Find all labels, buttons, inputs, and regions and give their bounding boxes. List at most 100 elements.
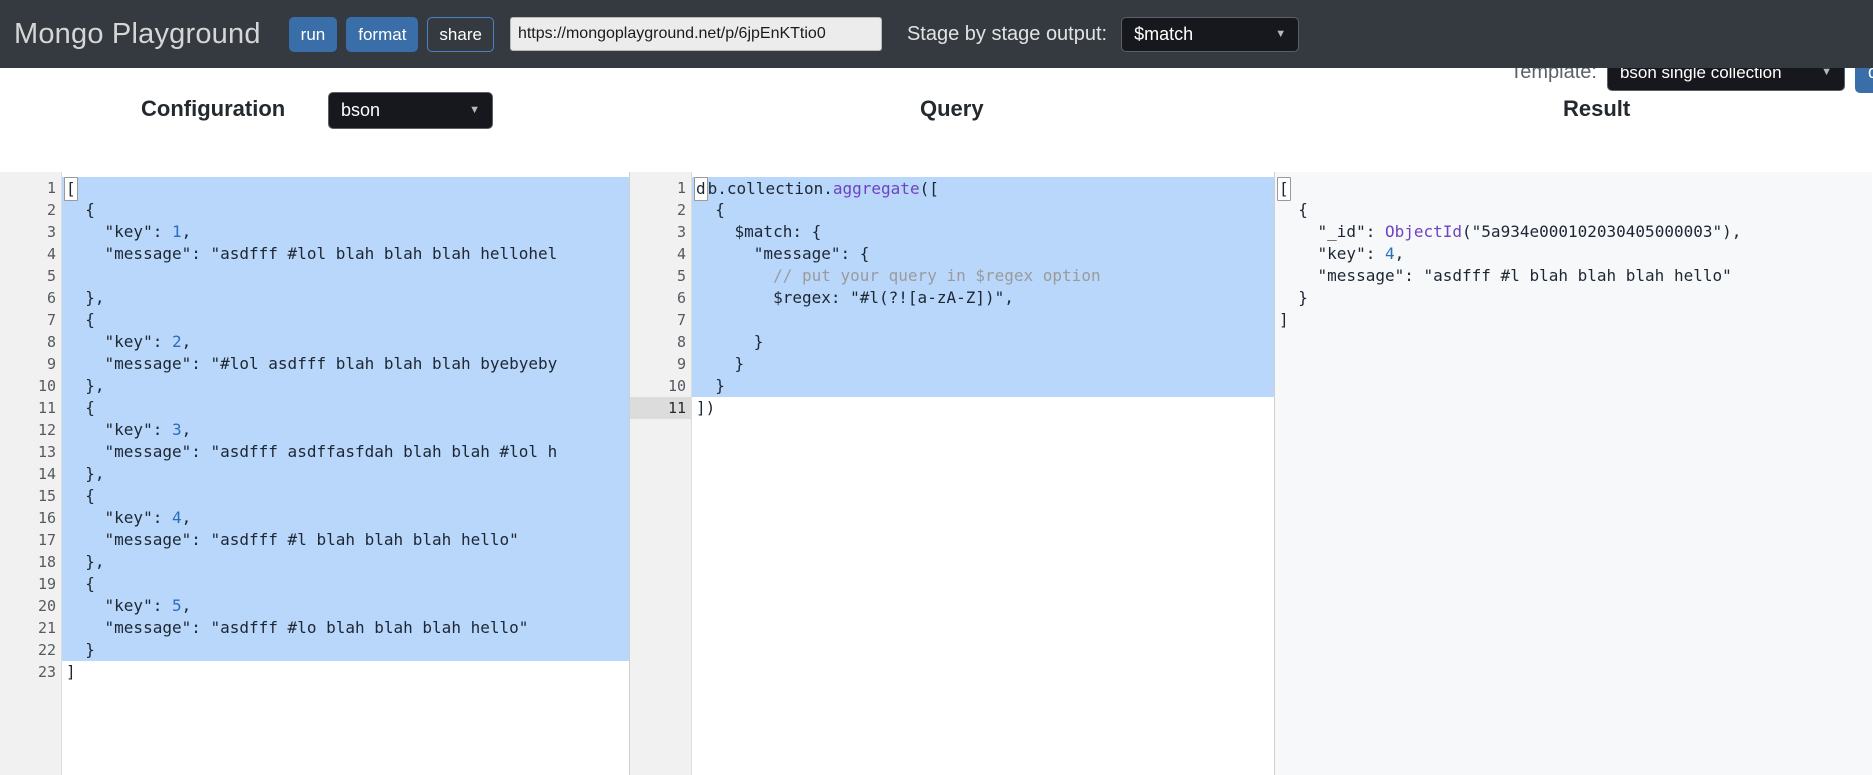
result-code-area: [ { "_id": ObjectId("5a934e0001020304050… bbox=[1275, 172, 1872, 775]
code-line: { bbox=[62, 485, 629, 507]
code-line: "_id": ObjectId("5a934e00010203040500000… bbox=[1279, 222, 1742, 241]
code-line: { bbox=[1279, 200, 1308, 219]
code-line: [ bbox=[62, 177, 629, 201]
line-number: 7 bbox=[676, 311, 686, 329]
line-number: 18 bbox=[37, 553, 56, 571]
line-number: 14 bbox=[37, 465, 56, 483]
line-number: 3 bbox=[630, 221, 700, 243]
share-url-input[interactable] bbox=[509, 17, 882, 51]
share-button[interactable]: share bbox=[427, 16, 494, 52]
line-number: 11 bbox=[0, 397, 70, 419]
stage-select-value: $match bbox=[1134, 23, 1194, 44]
chevron-down-icon: ▼ bbox=[469, 104, 480, 116]
code-line: { bbox=[62, 573, 629, 595]
code-line: "message": "asdfff asdffasfdah blah blah… bbox=[62, 441, 629, 463]
code-line: ] bbox=[66, 662, 76, 681]
configuration-editor[interactable]: 1 2 3 4 5 6 7 8 9 10 11 12 13 14 15 16 17 18 19 20 21 22 23 [ … bbox=[0, 172, 630, 775]
line-number: 13 bbox=[37, 443, 56, 461]
format-button[interactable]: format bbox=[346, 16, 419, 52]
line-number: 20 bbox=[37, 597, 56, 615]
chevron-down-icon: ▼ bbox=[1821, 66, 1832, 78]
code-line: ] bbox=[1279, 310, 1289, 329]
result-editor[interactable]: [ { "_id": ObjectId("5a934e0001020304050… bbox=[1275, 172, 1872, 775]
line-number: 1 bbox=[0, 177, 70, 199]
code-line: ]) bbox=[696, 398, 716, 417]
top-navbar: Mongo Playground run format share Stage … bbox=[0, 0, 1873, 68]
line-number: 15 bbox=[0, 485, 70, 507]
line-number: 5 bbox=[46, 267, 56, 285]
code-line: { bbox=[62, 199, 629, 221]
line-number: 12 bbox=[37, 421, 56, 439]
line-number: 11 bbox=[630, 397, 691, 419]
line-number: 3 bbox=[46, 223, 56, 241]
code-line: }, bbox=[62, 375, 629, 397]
code-line: "key": 1, bbox=[62, 221, 629, 243]
line-number: 19 bbox=[0, 573, 70, 595]
code-line: "message": "asdfff #lo blah blah blah he… bbox=[62, 617, 629, 639]
code-line: "key": 5, bbox=[62, 595, 629, 617]
code-line: "message": { bbox=[692, 243, 1274, 265]
code-line: "message": "#lol asdfff blah blah blah b… bbox=[62, 353, 629, 375]
code-line: [ bbox=[1275, 177, 1872, 201]
code-line bbox=[692, 309, 1274, 331]
code-line: } bbox=[692, 353, 1274, 375]
code-line: d b.collection.aggregate([ bbox=[692, 177, 1274, 201]
code-line bbox=[62, 265, 629, 287]
code-line: "key": 3, bbox=[62, 419, 629, 441]
line-number: 9 bbox=[676, 355, 686, 373]
line-number: 16 bbox=[37, 509, 56, 527]
line-number: 23 bbox=[37, 663, 56, 681]
line-number: 9 bbox=[46, 355, 56, 373]
code-line: { bbox=[692, 199, 1274, 221]
line-number: 17 bbox=[37, 531, 56, 549]
configuration-format-select[interactable]: bson ▼ bbox=[328, 92, 493, 129]
mongo-playground-app: Mongo Playground run format share Stage … bbox=[0, 0, 1873, 775]
line-number: 6 bbox=[46, 289, 56, 307]
line-number: 7 bbox=[0, 309, 70, 331]
editors-row: 1 2 3 4 5 6 7 8 9 10 11 12 13 14 15 16 17 18 19 20 21 22 23 [ … bbox=[0, 172, 1873, 775]
code-line: "message": "asdfff #l blah blah blah hel… bbox=[1279, 266, 1732, 285]
line-number: 4 bbox=[46, 245, 56, 263]
stage-select[interactable]: $match ▼ bbox=[1121, 16, 1300, 52]
query-line-gutter[interactable]: 1 2 3 4 5 6 7 8 9 10 11 bbox=[630, 172, 700, 775]
line-number: 21 bbox=[37, 619, 56, 637]
line-number: 10 bbox=[37, 377, 56, 395]
line-number: 10 bbox=[667, 377, 686, 395]
code-line: "key": 4, bbox=[1279, 244, 1405, 263]
code-line: }, bbox=[62, 551, 629, 573]
code-line: } bbox=[62, 639, 629, 661]
code-line: "message": "asdfff #lol blah blah blah h… bbox=[62, 243, 629, 265]
line-number: 8 bbox=[46, 333, 56, 351]
query-panel-title: Query bbox=[920, 96, 984, 121]
configuration-format-value: bson bbox=[341, 100, 381, 120]
line-number: 6 bbox=[676, 289, 686, 307]
code-line: // put your query in $regex option bbox=[692, 265, 1274, 287]
code-line: { bbox=[62, 397, 629, 419]
code-line: { bbox=[62, 309, 629, 331]
query-editor[interactable]: 1 2 3 4 5 6 7 8 9 10 11 d b.collection.aggregate([ … bbox=[630, 172, 1275, 775]
query-code-area[interactable]: d b.collection.aggregate([ { $match: { "m… bbox=[692, 172, 1274, 775]
code-line: "key": 4, bbox=[62, 507, 629, 529]
stage-by-stage-label: Stage by stage output: bbox=[906, 22, 1108, 45]
line-number: 5 bbox=[676, 267, 686, 285]
code-line: }, bbox=[62, 463, 629, 485]
app-brand-title: Mongo Playground bbox=[14, 17, 261, 50]
code-line: } bbox=[692, 375, 1274, 397]
configuration-code-area[interactable]: [ { "key": 1, "message": "asdfff #lol bl… bbox=[62, 172, 629, 775]
code-line: "key": 2, bbox=[62, 331, 629, 353]
line-number: 8 bbox=[676, 333, 686, 351]
result-panel-title: Result bbox=[1563, 96, 1631, 121]
line-number: 2 bbox=[0, 199, 70, 221]
code-line: } bbox=[1279, 288, 1308, 307]
configuration-panel-title: Configuration bbox=[141, 96, 286, 121]
run-button[interactable]: run bbox=[288, 16, 338, 52]
line-number: 22 bbox=[37, 641, 56, 659]
configuration-line-gutter[interactable]: 1 2 3 4 5 6 7 8 9 10 11 12 13 14 15 16 17 18 19 20 21 22 23 bbox=[0, 172, 70, 775]
code-line: $regex: "#l(?![a-zA-Z])", bbox=[692, 287, 1274, 309]
line-number: 1 bbox=[630, 177, 700, 199]
code-line: }, bbox=[62, 287, 629, 309]
code-line: $match: { bbox=[692, 221, 1274, 243]
chevron-down-icon: ▼ bbox=[1275, 27, 1287, 40]
line-number: 2 bbox=[630, 199, 700, 221]
code-line: } bbox=[692, 331, 1274, 353]
